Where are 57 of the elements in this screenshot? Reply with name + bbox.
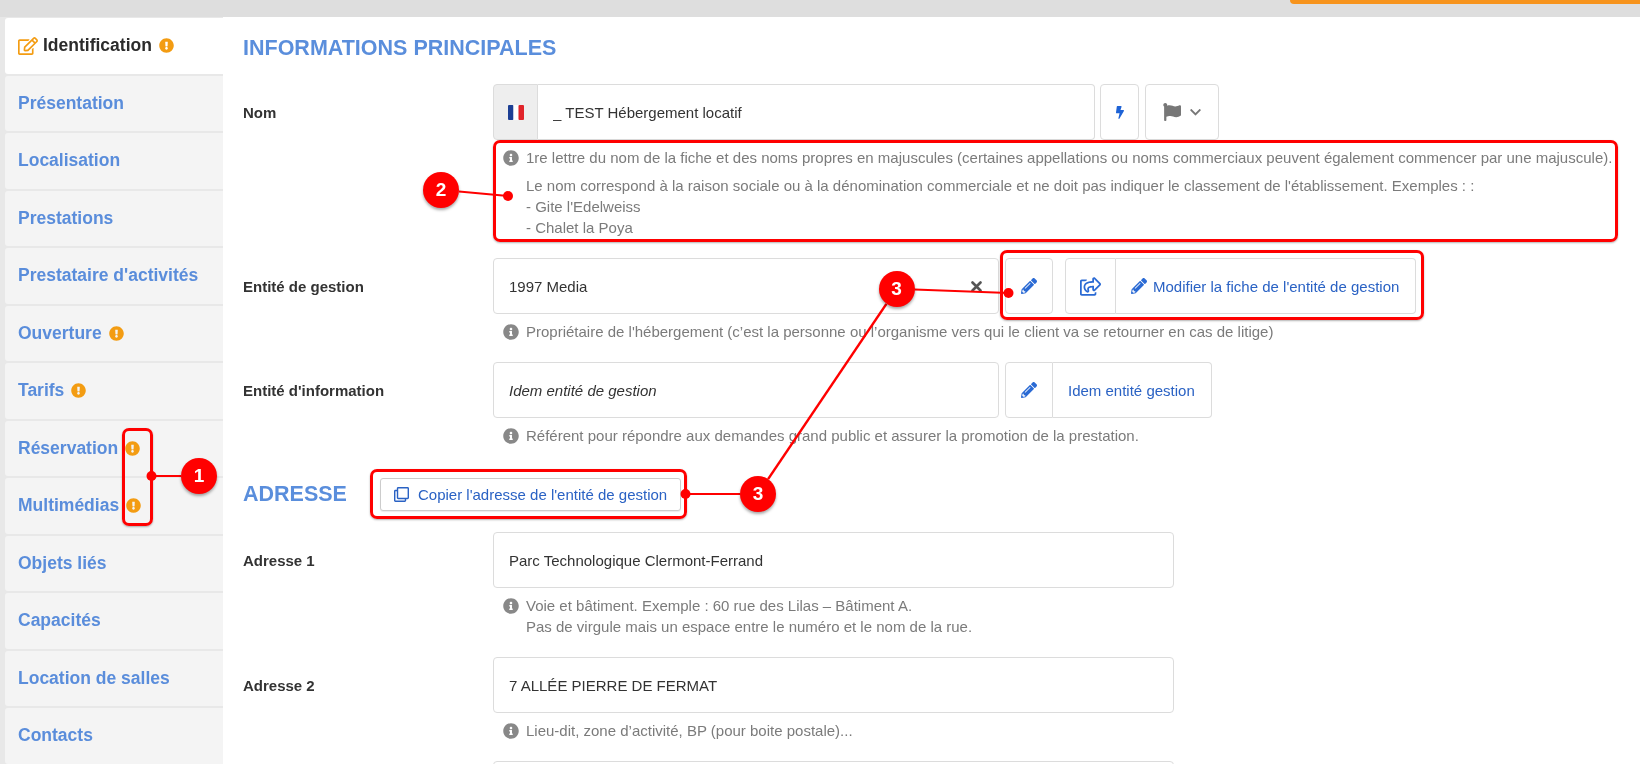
leader-line [680,489,741,499]
text-input[interactable]: Parc Technologique Clermont-Ferrand [493,532,1174,588]
pencil-icon [1131,278,1147,294]
sidebar-tab[interactable]: Prestataire d'activités [5,248,223,304]
help-text: Pas de virgule mais un espace entre le numéro et le nom de la rue. [526,617,973,637]
sidebar-tab[interactable]: Prestations [5,190,223,246]
sidebar-tab[interactable]: Capacités [5,593,223,649]
sidebar-tab[interactable]: Tarifs [5,363,223,419]
info-icon [503,323,519,340]
text-input[interactable]: 7 ALLÉE PIERRE DE FERMAT [493,657,1174,713]
info-icon [503,427,519,444]
entity-input[interactable]: Idem entité de gestion [493,362,999,418]
share-button[interactable] [1065,258,1116,314]
section-heading: ADRESSE [243,482,347,507]
field-label: Entité d'information [243,381,385,399]
text-input[interactable]: _ TEST Hébergement locatif [538,84,1095,140]
edit-button[interactable] [1005,362,1053,418]
leader-line [146,471,182,481]
field-label: Adresse 1 [243,551,315,569]
sidebar-tab[interactable]: Identification [5,18,223,74]
lightning-icon [1115,105,1124,119]
callout-marker: 2 [423,172,459,208]
flag-icon [507,104,524,120]
pencil-icon [1021,278,1037,294]
link-button[interactable]: Idem entité gestion [1053,362,1212,418]
pencil-icon [1021,382,1037,398]
field-label: Adresse 2 [243,676,315,694]
help-text: Le nom correspond à la raison sociale ou à la dénomination commerciale et ne doit pas indiquer le classement de l'établissement. Exemples : : [526,176,1476,196]
share-icon [1080,276,1101,296]
info-icon [503,722,519,739]
sidebar-tab[interactable]: Contacts [5,708,223,764]
sidebar-tab[interactable]: Présentation [5,75,223,131]
edit-button[interactable] [1005,258,1053,314]
info-icon [503,597,519,614]
help-text: Voie et bâtiment. Exemple : 60 rue des Lilas – Bâtiment A. [526,596,914,616]
copy-address-button[interactable]: Copier l'adresse de l'entité de gestion [379,478,682,511]
help-text: 1re lettre du nom de la fiche et des noms propres en majuscules (certaines appellations ou noms commerciaux peuvent également commencer par une majuscule). [526,148,1613,168]
section-heading: INFORMATIONS PRINCIPALES [243,36,557,61]
callout-marker: 3 [740,476,776,512]
help-text: - Chalet la Poya [526,218,634,238]
help-text: Lieu-dit, zone d’activité, BP (pour boite postale)... [526,721,853,741]
leader-line [458,190,513,201]
sidebar-tab[interactable]: Objets liés [5,535,223,591]
sidebar-tab[interactable]: Localisation [5,133,223,189]
flag-icon [1163,103,1181,121]
help-text: - Gite l'Edelweiss [526,197,642,217]
info-icon [503,149,519,166]
field-label: Nom [243,103,277,121]
edit-entity-button[interactable]: Modifier la fiche de l'entité de gestion [1116,258,1417,314]
lightning-button[interactable] [1100,84,1139,140]
field-label: Entité de gestion [243,277,364,295]
edit-icon [18,36,38,55]
sidebar-tab[interactable]: Ouverture [5,305,223,361]
clear-icon[interactable] [971,280,982,292]
flag-dropdown-button[interactable] [1145,84,1219,140]
sidebar-tab[interactable]: Location de salles [5,650,223,706]
copy-icon [393,487,409,502]
